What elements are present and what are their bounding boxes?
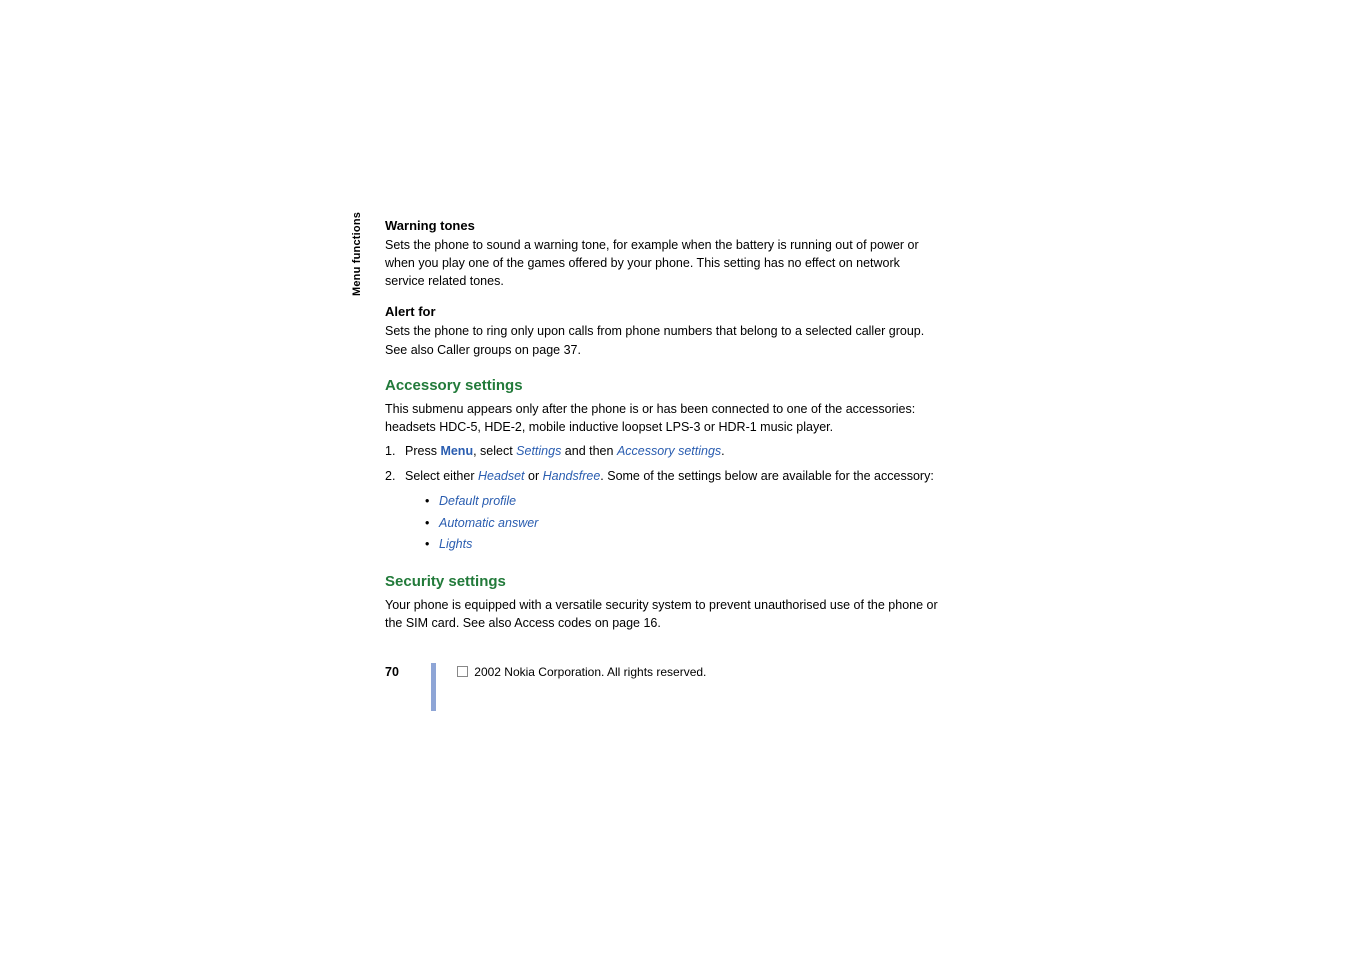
- step-2: 2. Select either Headset or Handsfree. S…: [385, 467, 940, 486]
- warning-tones-title: Warning tones: [385, 218, 940, 233]
- step-1: 1. Press Menu, select Settings and then …: [385, 442, 940, 461]
- option-label: Lights: [439, 537, 472, 551]
- step-text: and then: [561, 444, 617, 458]
- step-text: Select either: [405, 469, 478, 483]
- step-text: , select: [473, 444, 516, 458]
- settings-ref: Settings: [516, 444, 561, 458]
- accessory-steps-list: 1. Press Menu, select Settings and then …: [385, 442, 940, 486]
- option-label: Default profile: [439, 494, 516, 508]
- step-text: . Some of the settings below are availab…: [600, 469, 934, 483]
- option-label: Automatic answer: [439, 516, 538, 530]
- page-number: 70: [385, 665, 399, 679]
- page-footer: 70 2002 Nokia Corporation. All rights re…: [385, 665, 940, 713]
- copyright-text: 2002 Nokia Corporation. All rights reser…: [474, 665, 706, 679]
- step-text: or: [525, 469, 543, 483]
- step-number: 2.: [385, 467, 395, 486]
- alert-for-body: Sets the phone to ring only upon calls f…: [385, 322, 940, 358]
- step-text: .: [721, 444, 724, 458]
- security-settings-heading: Security settings: [385, 573, 940, 590]
- step-text: Press: [405, 444, 440, 458]
- bullet-lights: Lights: [425, 534, 940, 555]
- bullet-automatic-answer: Automatic answer: [425, 513, 940, 534]
- bullet-default-profile: Default profile: [425, 491, 940, 512]
- security-settings-body: Your phone is equipped with a versatile …: [385, 596, 940, 632]
- headset-ref: Headset: [478, 469, 525, 483]
- footer-divider-bar: [431, 663, 436, 711]
- accessory-options-list: Default profile Automatic answer Lights: [425, 491, 940, 555]
- accessory-settings-heading: Accessory settings: [385, 377, 940, 394]
- accessory-settings-ref: Accessory settings: [617, 444, 721, 458]
- menu-ref: Menu: [440, 444, 473, 458]
- copyright-icon: [457, 666, 468, 677]
- handsfree-ref: Handsfree: [543, 469, 601, 483]
- document-page: Warning tones Sets the phone to sound a …: [345, 218, 1115, 646]
- warning-tones-body: Sets the phone to sound a warning tone, …: [385, 236, 940, 290]
- step-number: 1.: [385, 442, 395, 461]
- accessory-settings-intro: This submenu appears only after the phon…: [385, 400, 940, 436]
- alert-for-title: Alert for: [385, 304, 940, 319]
